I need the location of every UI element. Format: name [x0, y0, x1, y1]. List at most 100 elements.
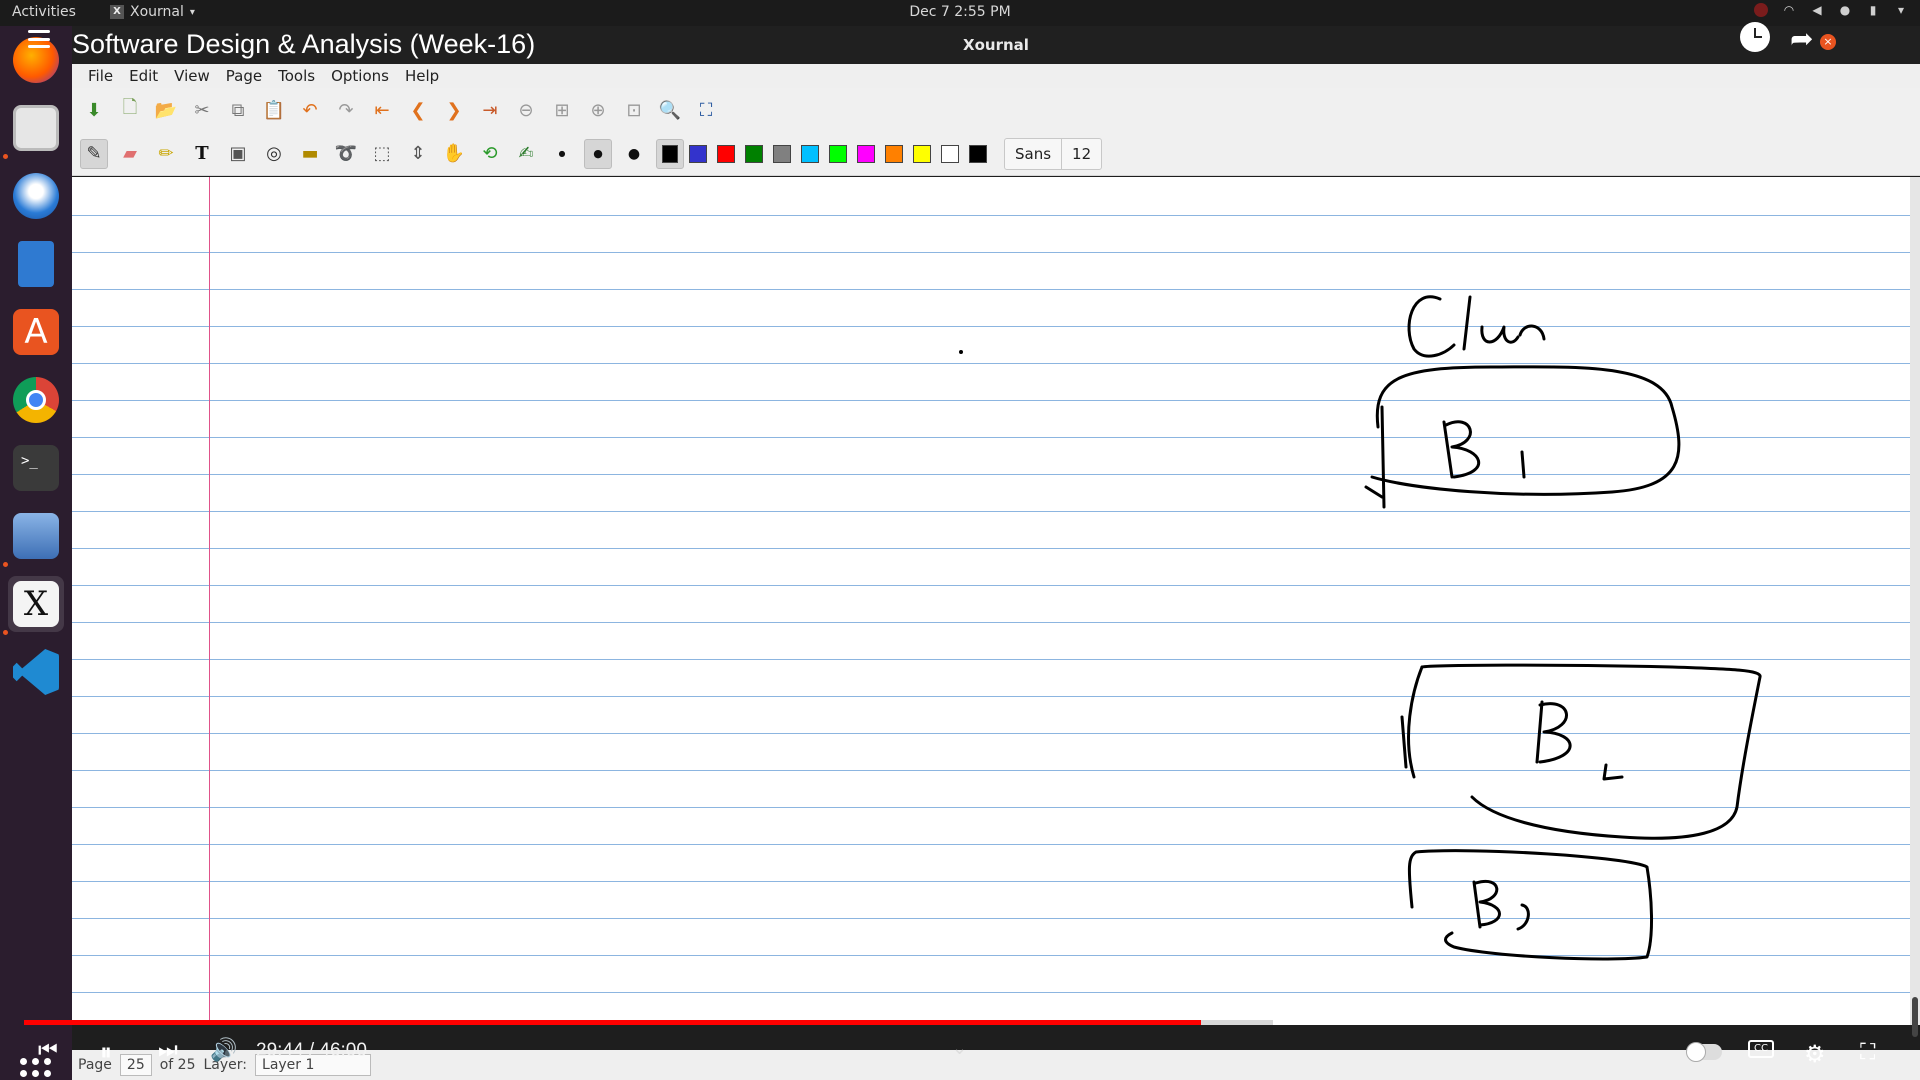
color-swatch	[689, 144, 707, 163]
color-white[interactable]	[936, 139, 964, 169]
search-icon[interactable]: 🔍	[656, 95, 684, 125]
copy-icon[interactable]: ⧉	[224, 95, 252, 125]
default-pen-icon[interactable]: ✍	[512, 139, 540, 169]
color-green[interactable]	[740, 139, 768, 169]
color-custom[interactable]	[964, 139, 992, 169]
menu-options[interactable]: Options	[323, 67, 397, 85]
lasso-select-icon[interactable]: ➰	[332, 139, 360, 169]
color-swatch	[717, 144, 735, 163]
wifi-icon: ◠	[1783, 3, 1795, 17]
video-progress-bar[interactable]	[24, 1020, 1896, 1025]
medium-line-icon[interactable]: ●	[584, 138, 612, 169]
note-canvas[interactable]	[72, 177, 1910, 1025]
dock-software[interactable]: A	[8, 304, 64, 360]
highlighter-icon[interactable]: ✏	[152, 139, 180, 169]
hand-icon[interactable]: ✋	[440, 139, 468, 169]
redo-icon[interactable]: ↷	[332, 95, 360, 125]
color-yellow[interactable]	[908, 139, 936, 169]
menu-view[interactable]: View	[166, 67, 218, 85]
eraser-icon[interactable]: ▰	[116, 139, 144, 169]
page-number-input[interactable]: 25	[119, 1054, 152, 1076]
last-page-icon[interactable]: ⇥	[476, 95, 504, 125]
system-tray[interactable]: ◠ ◀ ● ▮ ▾	[1754, 3, 1908, 17]
font-selector[interactable]: Sans 12	[1004, 137, 1103, 170]
new-page-icon[interactable]: 🗋	[116, 95, 144, 125]
shape-recognizer-icon[interactable]: ◎	[260, 139, 288, 169]
clock[interactable]: Dec 7 2:55 PM	[0, 4, 1920, 20]
thunderbird-icon	[13, 173, 59, 219]
color-red[interactable]	[712, 139, 740, 169]
dock-xournal[interactable]: X	[8, 576, 64, 632]
previous-video-icon[interactable]: ⏮	[38, 1038, 58, 1063]
cut-icon[interactable]: ✂	[188, 95, 216, 125]
paste-icon[interactable]: 📋	[260, 95, 288, 125]
menu-help[interactable]: Help	[397, 67, 447, 85]
undo-icon[interactable]: ↶	[296, 95, 324, 125]
page-width-icon[interactable]: ⊡	[620, 95, 648, 125]
default-tool-icon[interactable]: ⟲	[476, 139, 504, 169]
scrollbar-thumb[interactable]	[1912, 997, 1918, 1037]
dock-vscode[interactable]	[8, 644, 64, 700]
menu-edit[interactable]: Edit	[121, 67, 166, 85]
dock-writer[interactable]	[8, 236, 64, 292]
color-light-green[interactable]	[824, 139, 852, 169]
close-icon[interactable]: ×	[1820, 34, 1836, 50]
volume-icon[interactable]: 🔊	[210, 1038, 237, 1063]
watch-later-icon[interactable]	[1740, 22, 1770, 52]
menu-tools[interactable]: Tools	[270, 67, 323, 85]
main-toolbar: ⬇ 🗋 📂 ✂ ⧉ 📋 ↶ ↷ ⇤ ❮ ❯ ⇥ ⊖ ⊞ ⊕ ⊡ 🔍 ⛶	[72, 88, 1920, 132]
dock-chrome[interactable]	[8, 372, 64, 428]
dock-terminal[interactable]: >_	[8, 440, 64, 496]
chrome-icon	[13, 377, 59, 423]
exit-fullscreen-icon[interactable]: ⛶	[1860, 1040, 1875, 1065]
zoom-fit-icon[interactable]: ⊞	[548, 95, 576, 125]
ruler-icon[interactable]: ▬	[296, 139, 324, 169]
next-video-icon[interactable]: ⏭	[158, 1038, 178, 1063]
thick-line-icon[interactable]: ●	[620, 139, 648, 169]
tools-toolbar: ✎ ▰ ✏ T ▣ ◎ ▬ ➰ ⬚ ⇕ ✋ ⟲ ✍ ● ● ● Sans 12	[72, 132, 1920, 176]
image-tool-icon[interactable]: ▣	[224, 139, 252, 169]
pause-icon[interactable]: ⏸	[100, 1038, 112, 1066]
pen-icon[interactable]: ✎	[80, 138, 108, 169]
captions-icon[interactable]: CC	[1748, 1040, 1774, 1058]
menu-page[interactable]: Page	[218, 67, 270, 85]
record-indicator-icon	[1754, 3, 1768, 17]
rect-select-icon[interactable]: ⬚	[368, 139, 396, 169]
next-page-icon[interactable]: ❯	[440, 95, 468, 125]
window-titlebar: Software Design & Analysis (Week-16) Xou…	[72, 26, 1920, 64]
recorder-icon	[13, 513, 59, 559]
handwriting-box-b2	[1400, 663, 1762, 840]
autoplay-toggle[interactable]	[1686, 1040, 1722, 1062]
video-time: 29:44 / 46:00	[256, 1040, 367, 1062]
save-icon[interactable]: ⬇	[80, 95, 108, 125]
menu-icon[interactable]	[28, 30, 50, 48]
color-swatch	[969, 144, 987, 163]
color-orange[interactable]	[880, 139, 908, 169]
running-indicator	[3, 630, 8, 635]
color-blue[interactable]	[684, 139, 712, 169]
color-gray[interactable]	[768, 139, 796, 169]
fullscreen-icon[interactable]: ⛶	[692, 95, 720, 125]
dock-files[interactable]	[8, 100, 64, 156]
settings-icon[interactable]: ⚙	[1804, 1040, 1826, 1068]
font-size: 12	[1072, 144, 1092, 163]
open-icon[interactable]: 📂	[152, 95, 180, 125]
running-indicator	[3, 562, 8, 567]
text-tool-icon[interactable]: T	[188, 139, 216, 169]
thin-line-icon[interactable]: ●	[548, 139, 576, 169]
share-icon[interactable]: ➦	[1790, 22, 1813, 55]
chevron-down-icon[interactable]: ⌄	[952, 1038, 967, 1059]
handwriting-layer	[959, 295, 1762, 961]
dock-thunderbird[interactable]	[8, 168, 64, 224]
color-light-blue[interactable]	[796, 139, 824, 169]
menu-file[interactable]: File	[80, 67, 121, 85]
zoom-out-icon[interactable]: ⊖	[512, 95, 540, 125]
vertical-scrollbar[interactable]	[1910, 177, 1920, 1037]
vertical-space-icon[interactable]: ⇕	[404, 139, 432, 169]
color-black[interactable]	[656, 138, 684, 169]
zoom-in-icon[interactable]: ⊕	[584, 95, 612, 125]
previous-page-icon[interactable]: ❮	[404, 95, 432, 125]
dock-screen-recorder[interactable]	[8, 508, 64, 564]
color-magenta[interactable]	[852, 139, 880, 169]
first-page-icon[interactable]: ⇤	[368, 95, 396, 125]
